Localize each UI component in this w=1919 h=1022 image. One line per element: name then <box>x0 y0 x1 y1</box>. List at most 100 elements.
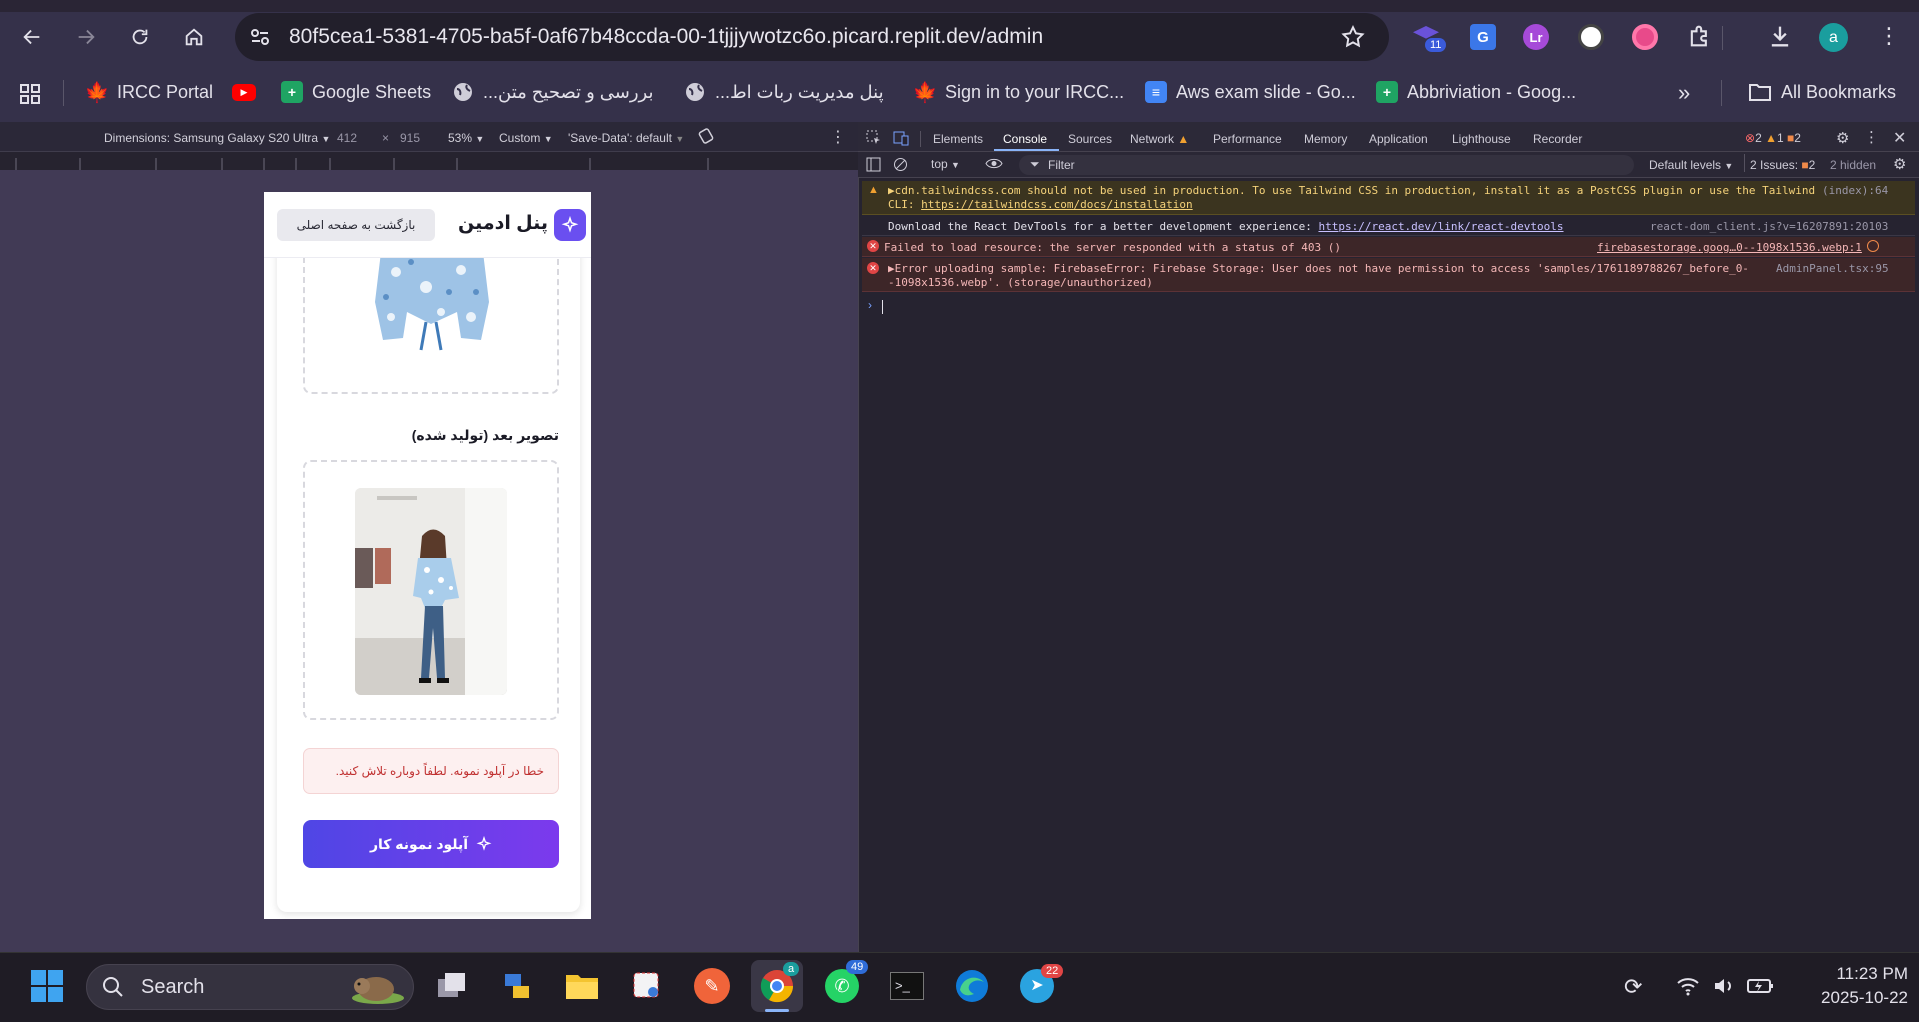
url-text[interactable]: 80f5cea1-5381-4705-ba5f-0af67b48ccda-00-… <box>289 25 1043 49</box>
star-icon[interactable] <box>1340 24 1366 55</box>
warning-source-link[interactable]: (index):64 <box>1822 184 1888 198</box>
home-button[interactable] <box>176 19 212 55</box>
tab-strip <box>0 0 1919 12</box>
adminpanel-source-link[interactable]: AdminPanel.tsx:95 <box>1776 262 1889 276</box>
request-icon[interactable] <box>1867 240 1879 252</box>
rotate-icon[interactable] <box>697 127 715 150</box>
extension-graduation-icon[interactable]: 11 <box>1413 22 1447 52</box>
speed-extension-icon[interactable] <box>1578 24 1604 50</box>
menu-kebab-icon[interactable]: ⋮ <box>1878 22 1900 50</box>
inspect-element-icon[interactable] <box>866 130 882 151</box>
bookmark-youtube[interactable]: ▶ <box>232 76 256 108</box>
sparkles-icon <box>476 836 492 851</box>
log-levels-select[interactable]: Default levels ▼ <box>1649 158 1733 172</box>
active-app-indicator <box>765 1009 789 1012</box>
tab-lighthouse[interactable]: Lighthouse <box>1452 132 1511 146</box>
close-devtools-icon[interactable]: ✕ <box>1893 128 1906 148</box>
battery-icon[interactable] <box>1747 977 1775 1000</box>
tab-memory[interactable]: Memory <box>1304 132 1347 146</box>
search-highlight-wombat-icon <box>340 968 408 1006</box>
bookmark-google-sheets[interactable]: + Google Sheets <box>281 76 431 108</box>
edge-icon[interactable] <box>946 960 998 1012</box>
devtools-menu-kebab-icon[interactable]: ⋮ <box>1864 128 1879 146</box>
bookmark-text-review[interactable]: بررسی و تصحیح متن... <box>452 76 653 108</box>
width-input[interactable]: 412 <box>337 131 357 145</box>
tab-recorder[interactable]: Recorder <box>1533 132 1582 146</box>
clock-time[interactable]: 11:23 PM <box>1790 964 1908 984</box>
issues-button[interactable]: 2 Issues: ■2 <box>1750 158 1815 172</box>
device-select[interactable]: Dimensions: Samsung Galaxy S20 Ultra ▼ <box>104 131 330 145</box>
forward-button[interactable] <box>68 19 104 55</box>
zoom-select[interactable]: 53% ▼ <box>448 131 484 145</box>
app-title: پنل ادمین <box>457 213 548 234</box>
hidden-count: 2 hidden <box>1830 158 1877 172</box>
wifi-icon[interactable] <box>1676 976 1700 1001</box>
file-explorer-icon[interactable] <box>556 960 608 1012</box>
windows-start-icon[interactable] <box>21 960 73 1012</box>
console-settings-gear-icon[interactable]: ⚙ <box>1893 155 1906 173</box>
download-icon[interactable] <box>1766 22 1794 55</box>
firebase-source-link[interactable]: firebasestorage.goog…0--1098x1536.webp:1 <box>1597 241 1862 255</box>
error-count-icon: ⊗ <box>1745 131 1756 145</box>
network-app-icon[interactable] <box>491 960 543 1012</box>
sidebar-toggle-icon[interactable] <box>866 157 881 177</box>
arrow-left-icon <box>23 29 40 45</box>
eye-icon[interactable] <box>985 156 1003 176</box>
bookmark-ircc-portal[interactable]: 🍁 IRCC Portal <box>85 76 213 108</box>
site-info-icon[interactable] <box>248 25 272 54</box>
bookmark-abbriviation[interactable]: + Abbriviation - Goog... <box>1376 76 1576 108</box>
apps-grid-icon[interactable] <box>18 82 42 111</box>
chevron-more-icon[interactable]: » <box>1678 80 1690 106</box>
save-data-select[interactable]: 'Save-Data': default ▼ <box>568 131 684 145</box>
all-bookmarks-button[interactable]: All Bookmarks <box>1748 76 1896 108</box>
throttle-select[interactable]: Custom ▼ <box>499 131 553 145</box>
clear-console-icon[interactable] <box>893 157 908 177</box>
tab-application[interactable]: Application <box>1369 132 1428 146</box>
tailwind-docs-link[interactable]: https://tailwindcss.com/docs/installatio… <box>921 198 1193 211</box>
feather-app-icon[interactable]: ✎ <box>686 960 738 1012</box>
bookmark-aws-exam[interactable]: ≡ Aws exam slide - Go... <box>1145 76 1356 108</box>
flower-extension-icon[interactable] <box>1632 24 1658 50</box>
profile-avatar[interactable]: a <box>1819 23 1848 52</box>
bookmark-ircc-sign-in[interactable]: 🍁 Sign in to your IRCC... <box>913 76 1125 108</box>
back-to-home-button[interactable]: بازگشت به صفحه اصلی <box>277 209 435 241</box>
tab-console[interactable]: Console <box>1003 132 1047 146</box>
bookmark-divider <box>63 80 64 106</box>
volume-icon[interactable] <box>1712 976 1736 1001</box>
bookmark-bot-admin[interactable]: پنل مدیریت ربات اط... <box>684 76 884 108</box>
telegram-icon[interactable]: ➤ 22 <box>1011 960 1064 1012</box>
tab-network[interactable]: Network ▲ <box>1130 132 1189 146</box>
settings-gear-icon[interactable]: ⚙ <box>1836 129 1849 147</box>
translate-extension-icon[interactable]: G <box>1470 24 1496 50</box>
reload-button[interactable] <box>122 19 158 55</box>
react-devtools-link[interactable]: https://react.dev/link/react-devtools <box>1318 220 1563 233</box>
after-image-dropzone[interactable] <box>303 460 559 720</box>
console-filter-input[interactable] <box>1019 155 1634 175</box>
terminal-icon[interactable]: >_ <box>881 960 933 1012</box>
clock-date[interactable]: 2025-10-22 <box>1790 988 1908 1008</box>
tab-elements[interactable]: Elements <box>933 132 983 146</box>
sync-icon[interactable]: ⟳ <box>1624 974 1642 1000</box>
lr-extension-icon[interactable]: Lr <box>1523 24 1549 50</box>
tab-performance[interactable]: Performance <box>1213 132 1282 146</box>
device-menu-kebab-icon[interactable]: ⋮ <box>830 127 846 147</box>
context-select[interactable]: top ▼ <box>931 157 960 171</box>
height-input[interactable]: 915 <box>400 131 420 145</box>
info-source-link[interactable]: react-dom_client.js?v=16207891:20103 <box>1650 220 1888 234</box>
chrome-taskbar-icon[interactable]: a <box>751 960 803 1012</box>
folder-icon <box>1749 84 1771 101</box>
upload-error-message: خطا در آپلود نمونه. لطفاً دوباره تلاش کن… <box>303 748 559 794</box>
device-toggle-icon[interactable] <box>893 130 909 151</box>
console-input-caret[interactable] <box>882 300 883 314</box>
upload-sample-button[interactable]: آپلود نمونه کار <box>303 820 559 868</box>
tab-sources[interactable]: Sources <box>1068 132 1112 146</box>
snipping-tool-icon[interactable] <box>621 960 673 1012</box>
console-counts[interactable]: ⊗2 ▲1 ■2 <box>1745 131 1801 145</box>
puzzle-icon[interactable] <box>1686 22 1714 55</box>
back-button[interactable] <box>14 19 50 55</box>
error-icon: ✕ <box>867 262 879 274</box>
warning-message: ▶cdn.tailwindcss.com should not be used … <box>888 184 1816 197</box>
generated-model-image <box>355 488 507 695</box>
whatsapp-icon[interactable]: ✆ 49 <box>816 960 869 1012</box>
task-view-icon[interactable] <box>426 960 478 1012</box>
